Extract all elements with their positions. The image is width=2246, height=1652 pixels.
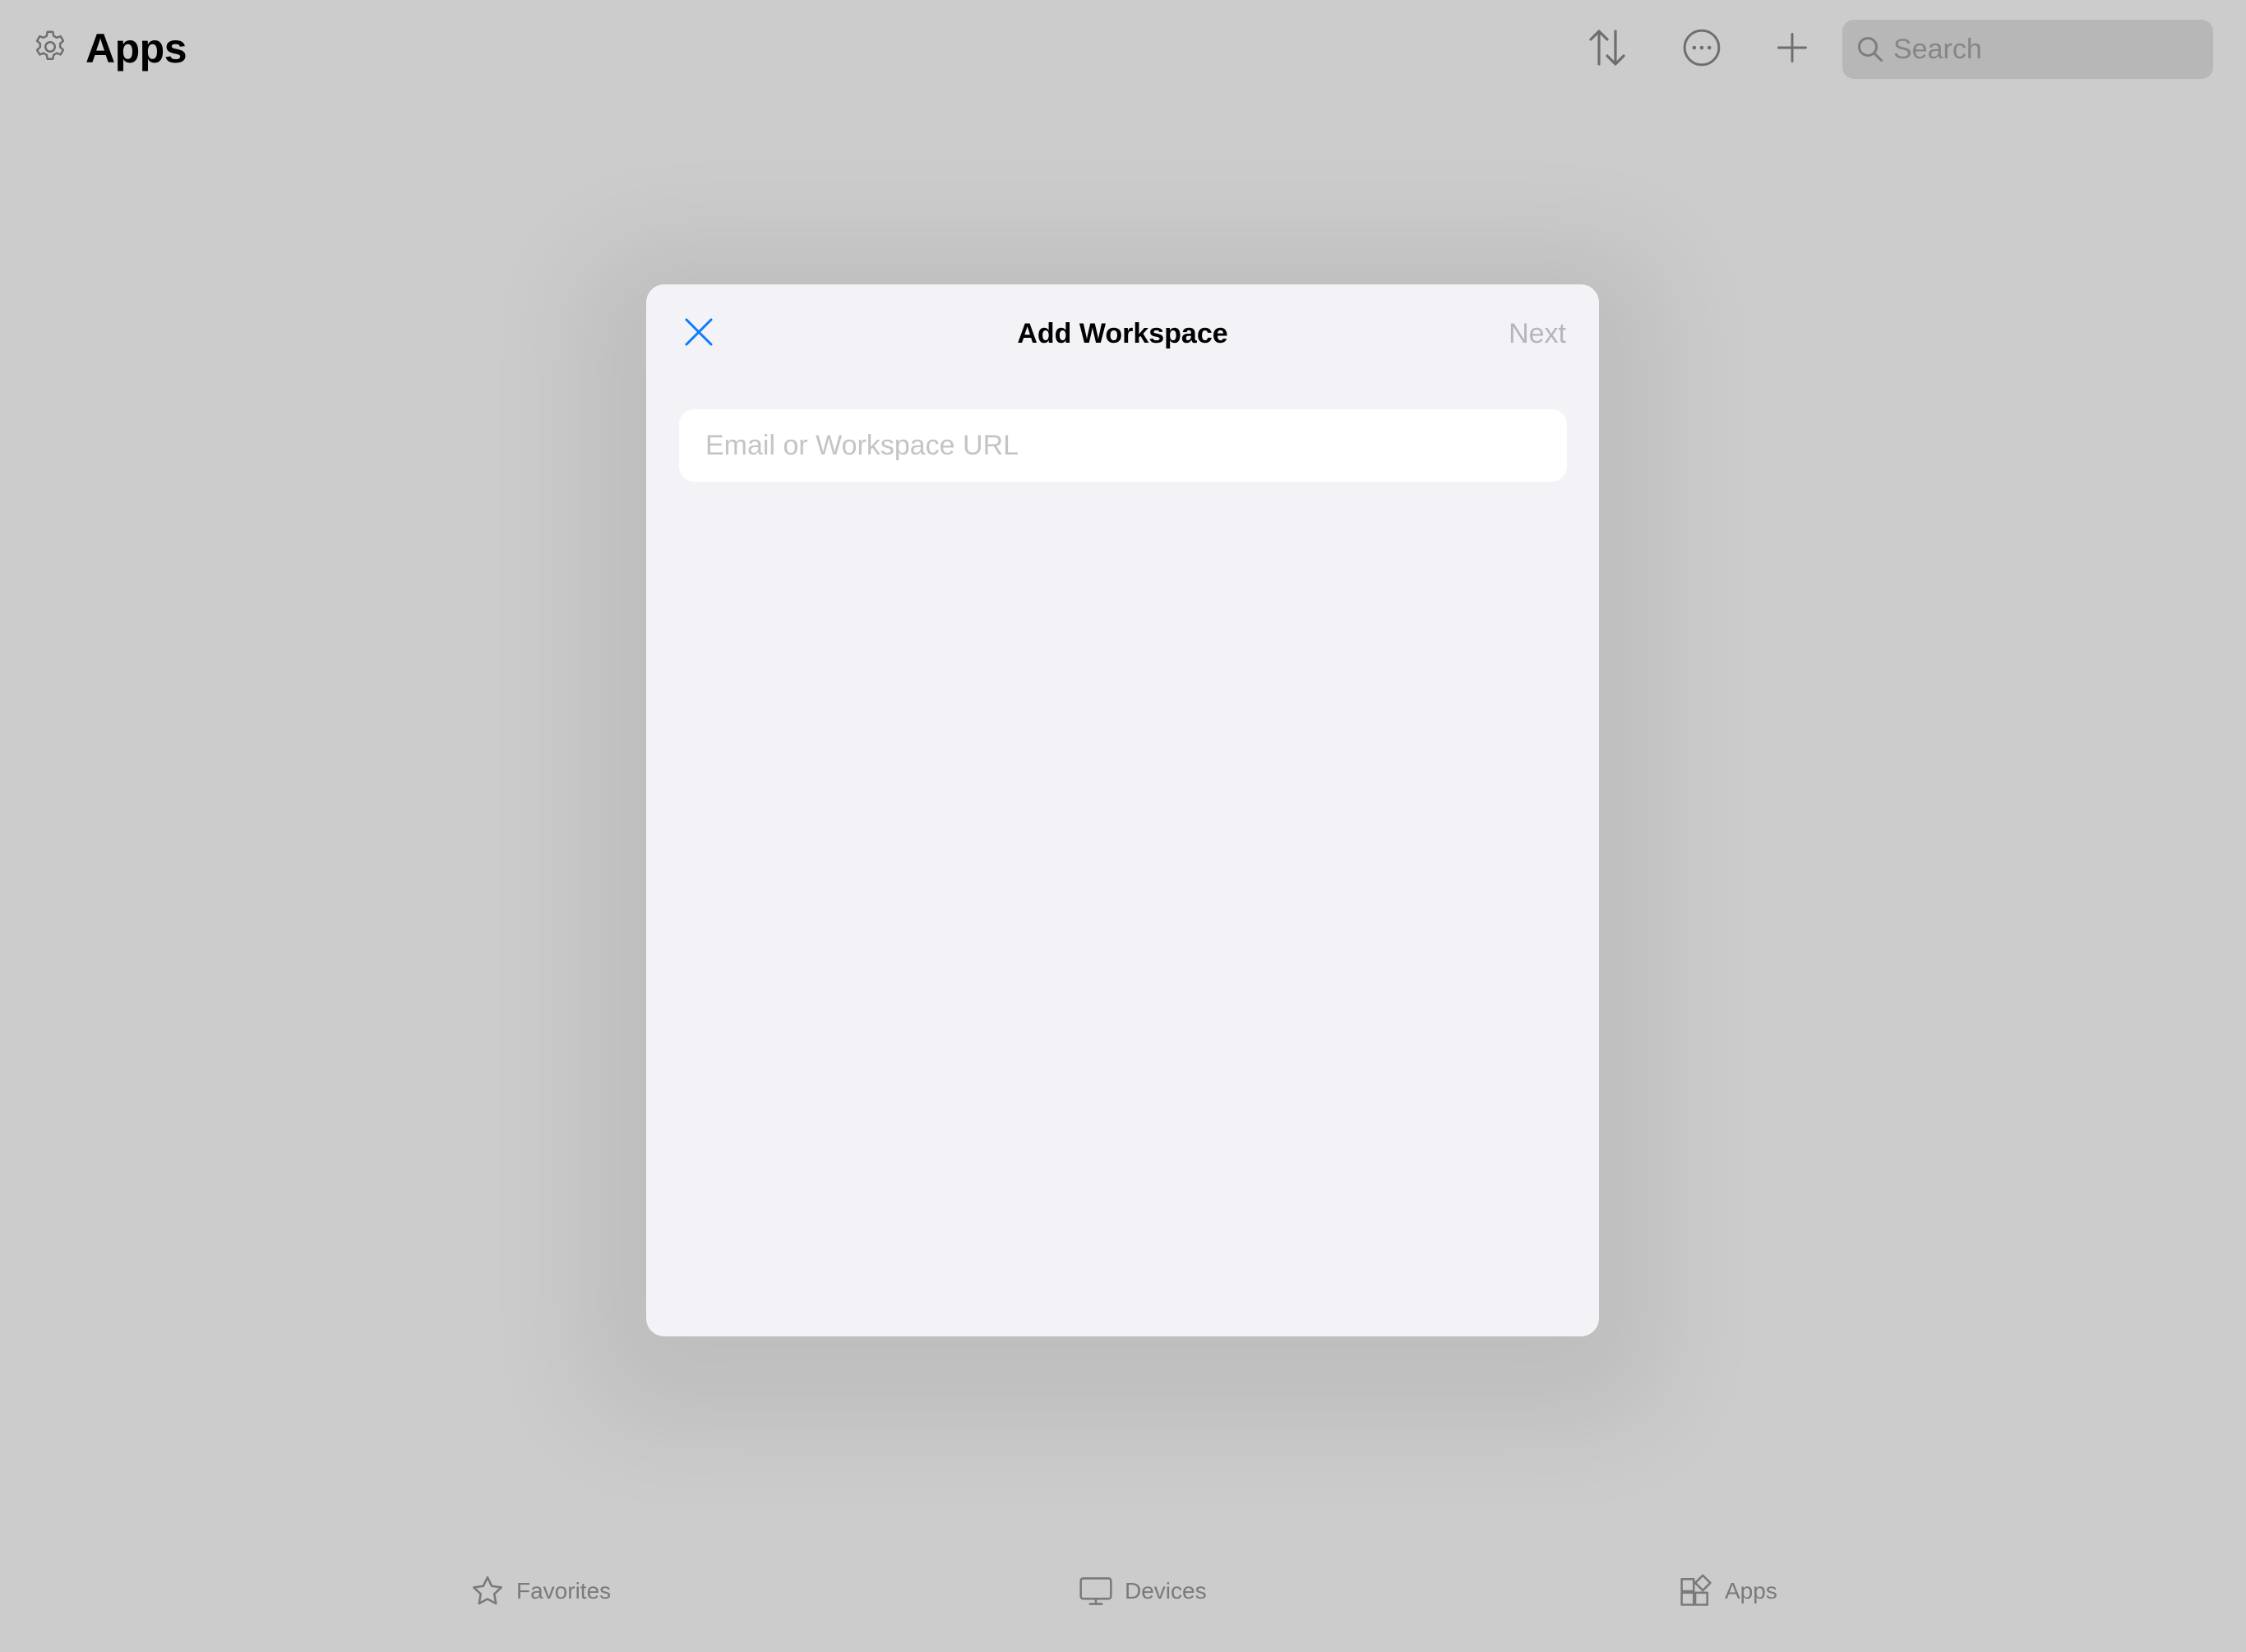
apps-grid-icon bbox=[1677, 1572, 1715, 1610]
workspace-url-input[interactable] bbox=[679, 409, 1567, 482]
tab-apps[interactable]: Apps bbox=[1677, 1567, 1777, 1616]
search-field[interactable]: Search bbox=[1842, 20, 2213, 79]
sort-arrows-icon bbox=[1584, 25, 1630, 75]
tab-favorites[interactable]: Favorites bbox=[469, 1567, 611, 1616]
more-options-button[interactable] bbox=[1677, 25, 1726, 74]
page-title: Apps bbox=[85, 25, 187, 72]
settings-button[interactable] bbox=[30, 28, 71, 69]
tab-label: Apps bbox=[1725, 1578, 1777, 1604]
search-icon bbox=[1854, 33, 1887, 66]
tab-label: Devices bbox=[1125, 1578, 1207, 1604]
sort-button[interactable] bbox=[1583, 25, 1632, 74]
monitor-icon bbox=[1077, 1572, 1115, 1610]
add-workspace-dialog: Add Workspace Next bbox=[646, 284, 1599, 1336]
dialog-title: Add Workspace bbox=[1017, 318, 1228, 349]
top-bar: Apps Search bbox=[0, 0, 2246, 107]
tab-devices[interactable]: Devices bbox=[1077, 1567, 1207, 1616]
star-icon bbox=[469, 1572, 506, 1610]
add-button[interactable] bbox=[1768, 25, 1817, 74]
tab-label: Favorites bbox=[516, 1578, 612, 1604]
tab-bar: Favorites Devices Apps bbox=[0, 1553, 2246, 1652]
ellipsis-circle-icon bbox=[1681, 27, 1722, 72]
plus-icon bbox=[1774, 30, 1810, 70]
next-button[interactable]: Next bbox=[1509, 312, 1566, 355]
search-placeholder: Search bbox=[1893, 33, 1982, 65]
gear-icon bbox=[31, 28, 69, 70]
